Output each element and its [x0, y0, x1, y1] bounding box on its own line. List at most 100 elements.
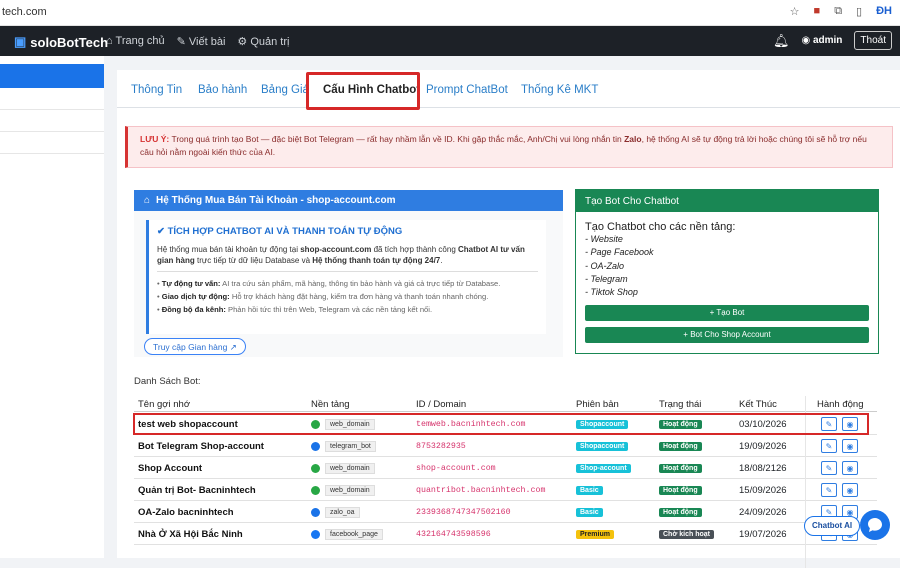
chat-bubble-button[interactable]	[860, 510, 890, 540]
sidebar-item[interactable]	[0, 110, 104, 132]
user-menu[interactable]: ◉ admin	[801, 35, 842, 46]
view-button[interactable]: ◉	[842, 461, 858, 475]
desc-part: trực tiếp từ dữ liệu Database và	[194, 256, 313, 265]
desc-site: shop-account.com	[300, 245, 372, 254]
sidebar-item[interactable]	[0, 132, 104, 154]
col-status: Trạng thái	[659, 398, 702, 410]
platform-item: - Page Facebook	[585, 247, 654, 258]
visit-shop-button[interactable]: Truy cập Gian hàng ↗	[144, 338, 246, 355]
bot-name: Nhà Ở Xã Hội Bắc Ninh	[138, 528, 243, 540]
desc-part: đã tích hợp thành công	[371, 245, 458, 254]
tab-pricing[interactable]: Bảng Giá	[261, 84, 309, 96]
table-row: OA-Zalo bacninhtech zalo_oa 23393687473475…	[134, 501, 877, 523]
version-badge: Shop-account	[576, 463, 631, 473]
feature-value: Hỗ trợ khách hàng đặt hàng, kiểm tra đơn…	[229, 292, 489, 301]
feature-item: • Tự động tư vấn: AI tra cứu sản phẩm, m…	[157, 279, 501, 288]
shop-account-bot-button[interactable]: + Bot Cho Shop Account	[585, 327, 869, 343]
edit-icon: ✎	[176, 36, 189, 48]
edit-button[interactable]: ✎	[821, 483, 837, 497]
create-bot-button[interactable]: + Tạo Bot	[585, 305, 869, 321]
feature-value: Phản hồi tức thì trên Web, Telegram và c…	[225, 305, 433, 314]
puzzle-icon[interactable]: ⧉	[834, 5, 842, 18]
sidebar-item[interactable]	[0, 88, 104, 110]
user-name: admin	[812, 35, 843, 46]
platform-icon	[311, 485, 320, 495]
brand-name: soloBotTech	[30, 34, 109, 50]
platform-tag: web_domain	[325, 462, 375, 474]
status-cell: Hoạt động	[659, 457, 702, 479]
feature-list: • Tự động tư vấn: AI tra cứu sản phẩm, m…	[157, 277, 538, 316]
end-date: 24/09/2026	[739, 506, 787, 518]
bot-id: shop-account.com	[416, 463, 496, 473]
platform-cell: telegram_bot	[311, 435, 376, 457]
eye-icon: ◉	[846, 441, 854, 451]
platform-cell: web_domain	[311, 457, 375, 479]
table-header: Tên gợi nhớ Nền tảng ID / Domain Phiên b…	[134, 396, 877, 412]
status-badge: Hoạt động	[659, 463, 702, 473]
col-id: ID / Domain	[416, 398, 467, 410]
nav-admin[interactable]: ⚙ Quản trị	[237, 35, 289, 48]
end-date: 19/09/2026	[739, 440, 787, 452]
nav-write[interactable]: ✎ Viết bài	[177, 35, 226, 48]
create-bot-card: Tạo Bot Cho Chatbot Tạo Chatbot cho các …	[575, 189, 879, 354]
status-badge: Chờ kích hoạt	[659, 529, 714, 539]
status-cell: Hoạt động	[659, 435, 702, 457]
extension-icon[interactable]: ■	[814, 5, 821, 18]
nav-home[interactable]: ⌂ Trang chủ	[106, 35, 165, 48]
bot-id: 2339368747347502160	[416, 507, 511, 517]
edit-icon: ✎	[825, 463, 833, 473]
bot-logo-icon: ▣	[14, 34, 27, 49]
feature-key: Đồng bộ đa kênh:	[161, 305, 226, 314]
main-panel: Thông Tin Bảo hành Bảng Giá Cấu Hình Cha…	[117, 70, 900, 568]
end-date: 18/08/2126	[739, 462, 787, 474]
profile-avatar[interactable]: ĐH	[876, 5, 892, 18]
tab-info[interactable]: Thông Tin	[131, 84, 182, 96]
brand-logo[interactable]: ▣ soloBotTech	[14, 34, 108, 50]
shop-card-header: ⌂ Hệ Thống Mua Bán Tài Khoản - shop-accou…	[134, 190, 563, 211]
alert-label: LƯU Ý:	[140, 134, 170, 144]
chatbot-ai-label[interactable]: Chatbot AI	[804, 516, 861, 536]
bell-icon[interactable]: 🔔︎	[773, 33, 790, 49]
platform-cell: zalo_oa	[311, 501, 360, 523]
platform-tag: facebook_page	[325, 528, 383, 540]
sidebar-icon[interactable]: ▯	[856, 5, 862, 18]
warning-alert: LƯU Ý: Trong quá trình tạo Bot — đặc biệ…	[125, 126, 893, 168]
action-cell: ✎◉	[821, 479, 858, 501]
sidebar-item-active[interactable]	[0, 64, 104, 88]
bot-name: Shop Account	[138, 462, 203, 474]
integration-desc: Hệ thống mua bán tài khoản tự động tại s…	[157, 244, 538, 266]
external-link-icon: ↗	[229, 342, 237, 352]
status-cell: Hoạt động	[659, 501, 702, 523]
status-badge: Hoạt động	[659, 441, 702, 451]
table-row: Bot Telegram Shop-account telegram_bot 875…	[134, 435, 877, 457]
bot-list-label: Danh Sách Bot:	[134, 376, 201, 387]
user-icon: ◉	[801, 35, 813, 46]
version-badge: Shopaccount	[576, 441, 629, 451]
desc-bold: Hệ thống thanh toán tự động 24/7	[312, 256, 441, 265]
end-date: 15/09/2026	[739, 484, 787, 496]
version-badge: Basic	[576, 507, 603, 517]
tab-bar: Thông Tin Bảo hành Bảng Giá Cấu Hình Cha…	[117, 70, 900, 108]
view-button[interactable]: ◉	[842, 483, 858, 497]
star-icon[interactable]: ☆	[790, 5, 800, 18]
col-end: Kết Thúc	[739, 398, 777, 410]
integration-info: ✔ TÍCH HỢP CHATBOT AI VÀ THANH TOÁN TỰ Đ…	[146, 220, 546, 334]
tab-warranty[interactable]: Bảo hành	[198, 84, 247, 96]
create-card-header: Tạo Bot Cho Chatbot	[576, 190, 878, 212]
bot-name: Quản trị Bot- Bacninhtech	[138, 484, 256, 496]
edit-button[interactable]: ✎	[821, 461, 837, 475]
address-bar[interactable]: tech.com	[2, 6, 47, 18]
create-card-title: Tạo Chatbot cho các nền tảng:	[585, 221, 736, 233]
version-cell: Basic	[576, 501, 603, 523]
tab-mkt-stats[interactable]: Thống Kê MKT	[521, 84, 598, 96]
browser-icons: ☆ ■ ⧉ ▯ ĐH	[790, 5, 892, 18]
platform-icon	[311, 441, 320, 451]
view-button[interactable]: ◉	[842, 439, 858, 453]
edit-button[interactable]: ✎	[821, 439, 837, 453]
tab-prompt-chatbot[interactable]: Prompt ChatBot	[426, 84, 508, 96]
integration-title: ✔ TÍCH HỢP CHATBOT AI VÀ THANH TOÁN TỰ Đ…	[157, 226, 538, 237]
action-cell: ✎◉	[821, 435, 858, 457]
bot-id: 8753282935	[416, 441, 466, 451]
logout-button[interactable]: Thoát	[854, 31, 892, 50]
bot-id: 432164743598596	[416, 529, 491, 539]
